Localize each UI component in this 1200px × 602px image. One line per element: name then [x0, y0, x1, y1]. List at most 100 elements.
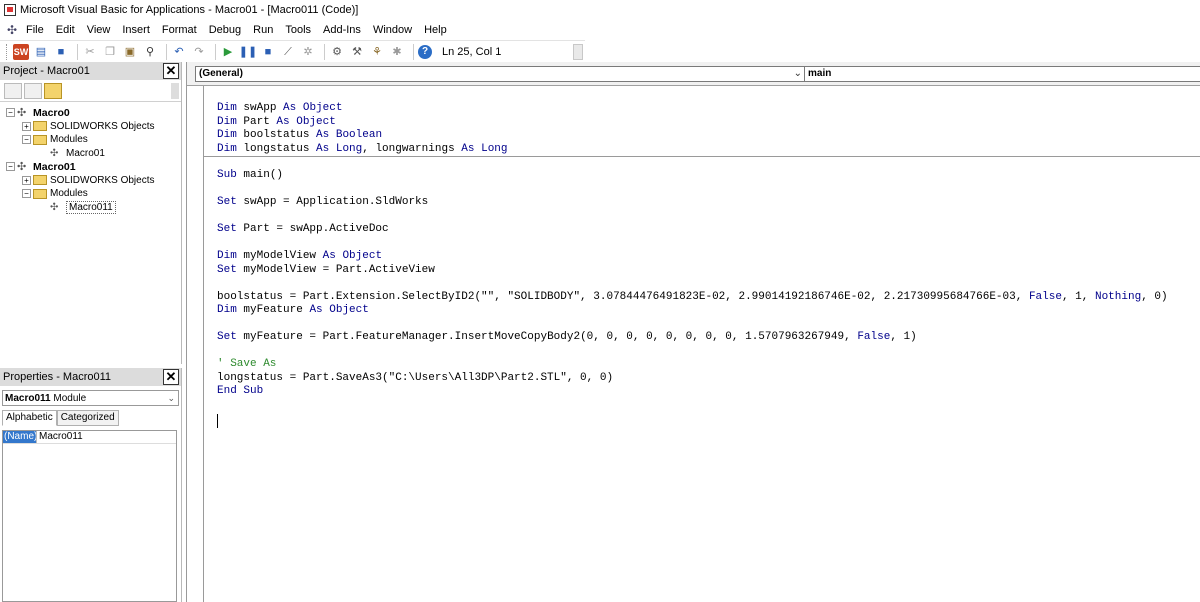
object-combo[interactable]: (General) ⌄	[195, 66, 806, 82]
menu-view[interactable]: View	[87, 24, 111, 36]
property-row-name[interactable]: (Name) Macro011	[3, 431, 176, 444]
menu-add-ins[interactable]: Add-Ins	[323, 24, 361, 36]
code-line[interactable]: Set myFeature = Part.FeatureManager.Inse…	[217, 331, 917, 345]
menu-debug[interactable]: Debug	[209, 24, 241, 36]
object-select[interactable]: Macro011 Module ⌄	[2, 390, 179, 406]
solidworks-logo-icon[interactable]: ✣	[4, 23, 20, 37]
close-icon[interactable]: ✕	[163, 369, 179, 385]
folder-icon	[33, 121, 47, 132]
menu-run[interactable]: Run	[253, 24, 273, 36]
procedure-combo[interactable]: main	[804, 66, 1200, 82]
code-line[interactable]: Dim longstatus As Long, longwarnings As …	[217, 143, 508, 157]
menu-help[interactable]: Help	[424, 24, 447, 36]
chevron-down-icon[interactable]: ⌄	[794, 67, 802, 81]
code-line[interactable]: Set Part = swApp.ActiveDoc	[217, 223, 389, 237]
reset-icon[interactable]: ■	[260, 44, 276, 60]
folder-icon	[33, 175, 47, 186]
toolbar-grip[interactable]	[6, 43, 9, 60]
project-explorer: Project - Macro01 ✕ − ✣ Macro0 + SOLIDWO…	[0, 62, 182, 364]
collapse-icon[interactable]: −	[6, 162, 15, 172]
project-pane-title: Project - Macro01	[3, 65, 90, 77]
toolbox-icon[interactable]: ⚘	[369, 44, 385, 60]
property-value[interactable]: Macro011	[36, 431, 83, 443]
toolbar-separator	[413, 43, 414, 60]
toolbar-options-icon[interactable]	[573, 44, 583, 60]
project-explorer-icon[interactable]: ✲	[300, 44, 316, 60]
properties-grid: (Name) Macro011	[2, 430, 177, 602]
code-line[interactable]: Dim Part As Object	[217, 116, 336, 130]
properties-pane-header: Properties - Macro011 ✕	[0, 368, 181, 386]
object-browser-icon[interactable]: ⚒	[349, 44, 365, 60]
find-icon[interactable]: ⚲	[142, 44, 158, 60]
code-line[interactable]: longstatus = Part.SaveAs3("C:\Users\All3…	[217, 372, 613, 386]
tree-item-modules[interactable]: − Modules	[0, 133, 181, 147]
folder-open-icon	[33, 134, 47, 145]
code-line[interactable]: ' Save As	[217, 358, 276, 372]
undo-icon[interactable]: ↶	[171, 44, 187, 60]
procedure-combo-value: main	[808, 68, 832, 79]
save-icon[interactable]: ■	[53, 44, 69, 60]
menu-edit[interactable]: Edit	[56, 24, 75, 36]
cursor-position: Ln 25, Col 1	[442, 45, 502, 58]
tree-item-macro0[interactable]: − ✣ Macro0	[0, 106, 181, 120]
code-line[interactable]: boolstatus = Part.Extension.SelectByID2(…	[217, 291, 1168, 305]
tree-item-modules[interactable]: − Modules	[0, 187, 181, 201]
menu-format[interactable]: Format	[162, 24, 197, 36]
project-icon: ✣	[17, 106, 27, 119]
cut-icon[interactable]: ✂	[82, 44, 98, 60]
module-icon: ✣	[50, 201, 59, 213]
expand-icon[interactable]: +	[22, 175, 31, 185]
copy-icon[interactable]: ❐	[102, 44, 118, 60]
run-icon[interactable]: ▶	[220, 44, 236, 60]
chevron-down-icon[interactable]: ⌄	[167, 393, 175, 404]
help-icon[interactable]: ?	[418, 44, 432, 59]
code-window: (General) ⌄ main Dim swApp As Object Dim …	[186, 62, 1200, 602]
tree-item-module-macro011[interactable]: ✣ Macro011	[0, 200, 181, 215]
code-line[interactable]: Dim swApp As Object	[217, 102, 342, 116]
tree-item-solidworks-objects[interactable]: + SOLIDWORKS Objects	[0, 174, 181, 188]
menu-insert[interactable]: Insert	[122, 24, 150, 36]
code-line[interactable]: Dim myFeature As Object	[217, 304, 369, 318]
paste-icon[interactable]: ▣	[122, 44, 138, 60]
collapse-icon[interactable]: −	[22, 189, 31, 199]
code-editor[interactable]: Dim swApp As Object Dim Part As Object Dim…	[187, 86, 1200, 602]
title-bar: Microsoft Visual Basic for Applications …	[0, 0, 1200, 20]
properties-window-icon[interactable]: ⚙	[329, 44, 345, 60]
window-title: Microsoft Visual Basic for Applications …	[20, 4, 359, 16]
tree-item-macro01[interactable]: − ✣ Macro01	[0, 160, 181, 174]
properties-pane-title: Properties - Macro011	[3, 371, 112, 383]
view-solidworks-icon[interactable]: SW	[13, 43, 29, 60]
property-key: (Name)	[3, 431, 38, 443]
tree-item-module-macro01[interactable]: ✣ Macro01	[0, 147, 181, 161]
toolbar-separator	[166, 43, 167, 60]
pane-toolbar-scroll[interactable]	[171, 83, 179, 99]
code-line[interactable]: Set swApp = Application.SldWorks	[217, 196, 428, 210]
collapse-icon[interactable]: −	[22, 135, 31, 145]
collapse-icon[interactable]: −	[6, 108, 15, 118]
redo-icon[interactable]: ↷	[191, 44, 207, 60]
control-toolbox-icon[interactable]: ✱	[389, 44, 405, 60]
menu-window[interactable]: Window	[373, 24, 412, 36]
project-tree: − ✣ Macro0 + SOLIDWORKS Objects − Module…	[0, 102, 181, 214]
break-icon[interactable]: ❚❚	[239, 44, 257, 60]
text-caret	[217, 414, 218, 428]
code-line[interactable]: Set myModelView = Part.ActiveView	[217, 264, 435, 278]
code-line[interactable]: Dim myModelView As Object	[217, 250, 382, 264]
view-code-icon[interactable]	[4, 82, 22, 99]
close-icon[interactable]: ✕	[163, 63, 179, 79]
menu-file[interactable]: File	[26, 24, 44, 36]
insert-module-icon[interactable]: ▤	[33, 44, 49, 60]
code-line[interactable]: Dim boolstatus As Boolean	[217, 129, 382, 143]
design-mode-icon[interactable]: ⟋	[280, 44, 296, 60]
code-margin[interactable]	[203, 86, 204, 602]
tree-item-solidworks-objects[interactable]: + SOLIDWORKS Objects	[0, 120, 181, 134]
toggle-folders-icon[interactable]	[44, 82, 62, 99]
project-pane-header: Project - Macro01 ✕	[0, 62, 181, 80]
menu-tools[interactable]: Tools	[285, 24, 311, 36]
expand-icon[interactable]: +	[22, 121, 31, 131]
view-object-icon[interactable]	[24, 82, 42, 99]
tab-alphabetic[interactable]: Alphabetic	[2, 410, 57, 426]
tab-categorized[interactable]: Categorized	[56, 410, 119, 426]
code-line[interactable]: End Sub	[217, 385, 263, 399]
code-line[interactable]: Sub main()	[217, 169, 283, 183]
